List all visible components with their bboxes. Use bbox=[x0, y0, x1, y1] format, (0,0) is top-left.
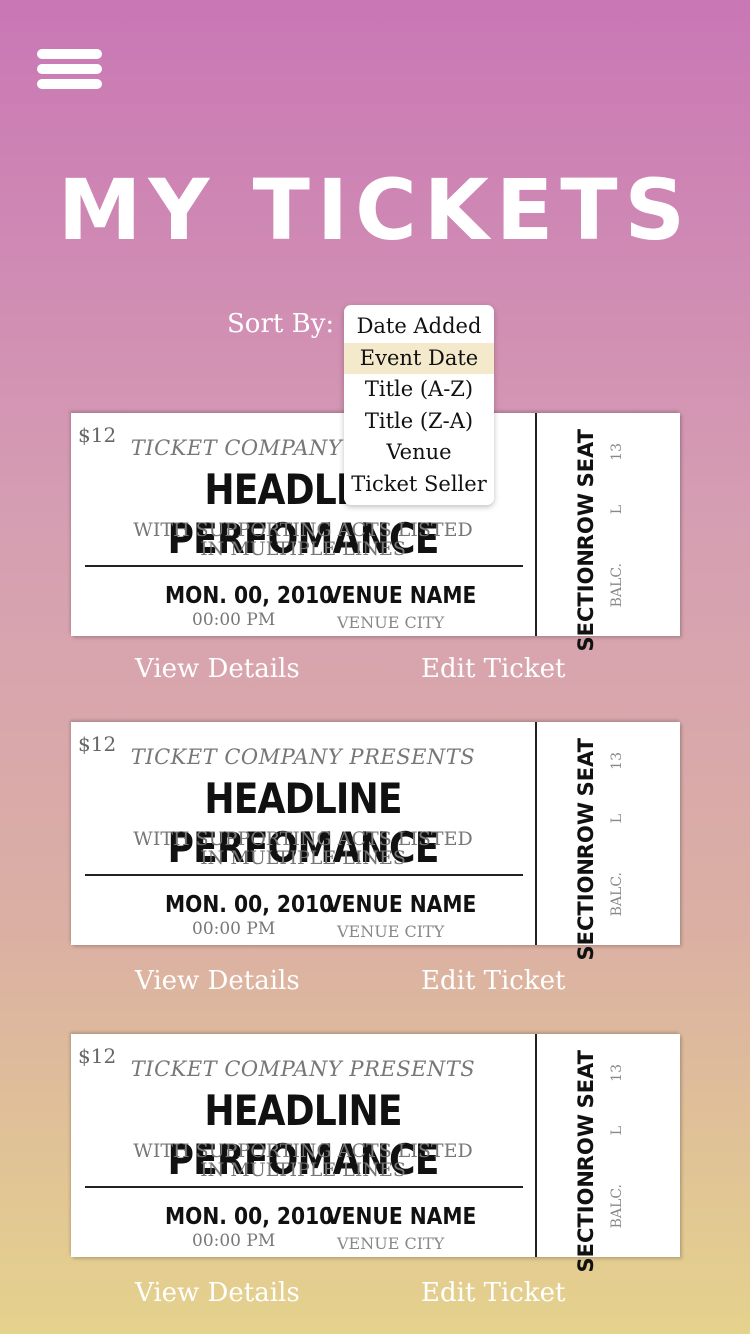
ticket-venue: VENUE NAME bbox=[326, 892, 477, 918]
stub-seat: SEAT 13 bbox=[537, 738, 680, 808]
sort-option-title-a-z[interactable]: Title (A-Z) bbox=[344, 374, 494, 406]
ticket-support-acts: WITH SUPPORTING ACTS LISTED IN MULTIPLE … bbox=[71, 1142, 535, 1180]
ticket-date: MON. 00, 2010 bbox=[165, 1204, 334, 1230]
page-title: MY TICKETS bbox=[57, 161, 693, 259]
ticket-venue: VENUE NAME bbox=[326, 1204, 477, 1230]
seat-label: SEAT bbox=[574, 1050, 598, 1109]
row-value: L bbox=[609, 505, 625, 515]
ticket-city: VENUE CITY bbox=[337, 613, 445, 632]
ticket-card[interactable]: $12 TICKET COMPANY PRESENTS HEADLINE PER… bbox=[71, 722, 680, 960]
view-details-link[interactable]: View Details bbox=[135, 651, 300, 687]
ticket-rule bbox=[85, 1186, 523, 1188]
seat-label: SEAT bbox=[574, 738, 598, 797]
section-label: SECTION bbox=[574, 1170, 598, 1273]
stub-section: SECTION BALC. bbox=[537, 858, 680, 960]
stub-section: SECTION BALC. bbox=[537, 1170, 680, 1272]
ticket-time: 00:00 PM bbox=[192, 919, 276, 939]
menu-bar bbox=[37, 64, 102, 74]
sort-option-date-added[interactable]: Date Added bbox=[344, 311, 494, 343]
row-label: ROW bbox=[574, 493, 598, 551]
view-details-link[interactable]: View Details bbox=[135, 963, 300, 999]
ticket-actions: View Details Edit Ticket bbox=[0, 651, 750, 691]
ticket-stub: SEAT 13 ROW L SECTION BALC. bbox=[537, 722, 680, 960]
ticket-stub: SEAT 13 ROW L SECTION BALC. bbox=[537, 1034, 680, 1272]
edit-ticket-link[interactable]: Edit Ticket bbox=[421, 651, 565, 687]
menu-bar bbox=[37, 49, 102, 59]
edit-ticket-link[interactable]: Edit Ticket bbox=[421, 963, 565, 999]
sort-option-title-z-a[interactable]: Title (Z-A) bbox=[344, 406, 494, 438]
ticket-support-acts: WITH SUPPORTING ACTS LISTED IN MULTIPLE … bbox=[71, 830, 535, 868]
row-value: L bbox=[609, 1126, 625, 1136]
seat-value: 13 bbox=[609, 443, 625, 461]
section-value: BALC. bbox=[609, 872, 625, 917]
sort-dropdown-menu[interactable]: Date Added Event Date Title (A-Z) Title … bbox=[344, 305, 494, 505]
section-label: SECTION bbox=[574, 858, 598, 961]
ticket-date: MON. 00, 2010 bbox=[165, 583, 334, 609]
ticket-time: 00:00 PM bbox=[192, 610, 276, 630]
section-value: BALC. bbox=[609, 1184, 625, 1229]
support-line-2: IN MULTIPLE LINES bbox=[200, 1159, 406, 1181]
stub-seat: SEAT 13 bbox=[537, 429, 680, 499]
section-label: SECTION bbox=[574, 549, 598, 652]
ticket-date: MON. 00, 2010 bbox=[165, 892, 334, 918]
view-details-link[interactable]: View Details bbox=[135, 1275, 300, 1311]
row-label: ROW bbox=[574, 802, 598, 860]
ticket-stub: SEAT 13 ROW L SECTION BALC. bbox=[537, 413, 680, 651]
seat-label: SEAT bbox=[574, 429, 598, 488]
ticket-actions: View Details Edit Ticket bbox=[0, 963, 750, 1003]
support-line-2: IN MULTIPLE LINES bbox=[200, 538, 406, 560]
sort-option-venue[interactable]: Venue bbox=[344, 437, 494, 469]
ticket-card[interactable]: $12 TICKET COMPANY PRESENTS HEADLINE PER… bbox=[71, 1034, 680, 1272]
ticket-city: VENUE CITY bbox=[337, 922, 445, 941]
edit-ticket-link[interactable]: Edit Ticket bbox=[421, 1275, 565, 1311]
support-line-2: IN MULTIPLE LINES bbox=[200, 847, 406, 869]
sort-label: Sort By: bbox=[227, 309, 335, 339]
row-label: ROW bbox=[574, 1114, 598, 1172]
seat-value: 13 bbox=[609, 1064, 625, 1082]
ticket-actions: View Details Edit Ticket bbox=[0, 1275, 750, 1315]
sort-option-event-date[interactable]: Event Date bbox=[344, 342, 494, 374]
ticket-venue: VENUE NAME bbox=[326, 583, 477, 609]
hamburger-menu-icon[interactable] bbox=[37, 49, 102, 91]
stub-seat: SEAT 13 bbox=[537, 1050, 680, 1120]
ticket-city: VENUE CITY bbox=[337, 1234, 445, 1253]
stub-section: SECTION BALC. bbox=[537, 549, 680, 651]
menu-bar bbox=[37, 79, 102, 89]
sort-option-ticket-seller[interactable]: Ticket Seller bbox=[344, 469, 494, 501]
seat-value: 13 bbox=[609, 752, 625, 770]
ticket-support-acts: WITH SUPPORTING ACTS LISTED IN MULTIPLE … bbox=[71, 521, 535, 559]
ticket-presenter: TICKET COMPANY PRESENTS bbox=[130, 1057, 476, 1081]
section-value: BALC. bbox=[609, 563, 625, 608]
ticket-rule bbox=[85, 874, 523, 876]
row-value: L bbox=[609, 814, 625, 824]
ticket-time: 00:00 PM bbox=[192, 1231, 276, 1251]
ticket-presenter: TICKET COMPANY PRESENTS bbox=[130, 745, 476, 769]
ticket-rule bbox=[85, 565, 523, 567]
